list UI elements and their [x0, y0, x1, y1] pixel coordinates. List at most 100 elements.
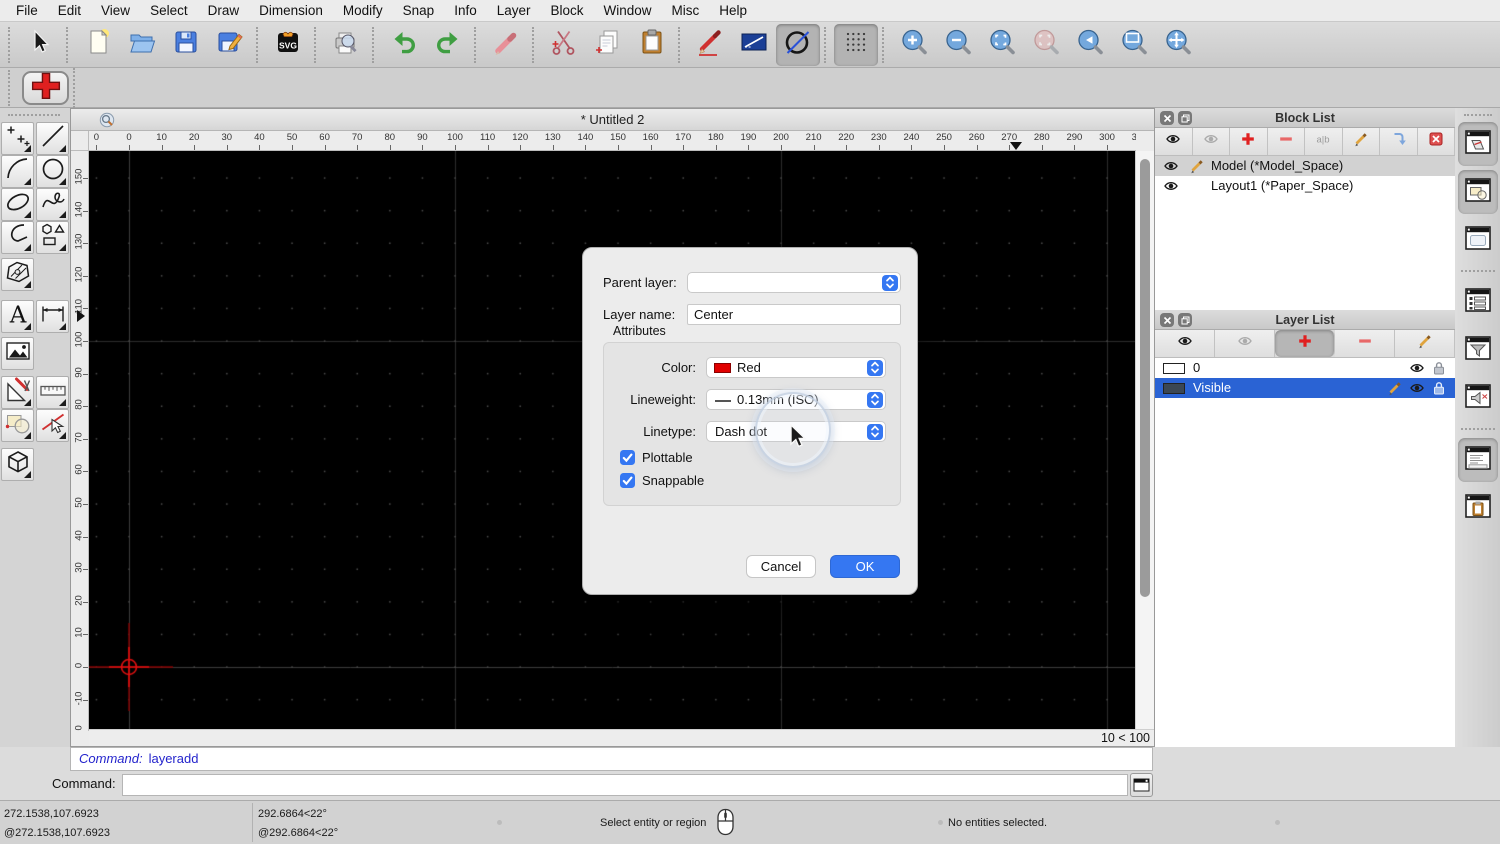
erase-button[interactable]	[484, 24, 528, 66]
text-tool-button[interactable]: A	[1, 300, 34, 333]
menu-draw[interactable]: Draw	[198, 0, 250, 22]
pencil-icon[interactable]	[1387, 380, 1403, 399]
menu-layer[interactable]: Layer	[487, 0, 541, 22]
new-file-button[interactable]	[76, 24, 120, 66]
snappable-checkbox[interactable]	[620, 473, 635, 488]
zoom-window-button[interactable]	[1112, 24, 1156, 66]
color-dropdown[interactable]: Red	[706, 357, 886, 378]
spline-tool-button[interactable]	[36, 188, 69, 221]
zoom-back-button[interactable]	[1068, 24, 1112, 66]
points-tool-button[interactable]	[1, 122, 34, 155]
command-panel-toggle-button[interactable]	[1130, 773, 1153, 797]
command-output-toggle-button[interactable]	[1458, 376, 1498, 420]
remove-all-blocks-button[interactable]	[1417, 128, 1455, 155]
image-tool-button[interactable]	[1, 337, 34, 370]
shapes-tool-button[interactable]	[36, 221, 69, 254]
zoom-in-button[interactable]	[892, 24, 936, 66]
block-row[interactable]: Model (*Model_Space)	[1155, 156, 1455, 176]
line-in-rect-button[interactable]	[732, 24, 776, 66]
remove-layer-button[interactable]	[1335, 330, 1395, 357]
dimension-tool-button[interactable]	[36, 300, 69, 333]
redo-button[interactable]	[426, 24, 470, 66]
rename-block-button[interactable]: a|b	[1305, 128, 1343, 155]
parent-layer-dropdown[interactable]	[687, 272, 901, 293]
clipboard-panel-toggle-button[interactable]	[1458, 486, 1498, 530]
paste-button[interactable]	[630, 24, 674, 66]
menu-misc[interactable]: Misc	[662, 0, 710, 22]
ok-button[interactable]: OK	[830, 555, 900, 578]
circle-line-button[interactable]	[776, 23, 820, 66]
menu-select[interactable]: Select	[140, 0, 198, 22]
zoom-out-button[interactable]	[936, 24, 980, 66]
svg-export-button[interactable]: SVG	[266, 24, 310, 66]
add-layer-button[interactable]	[1275, 330, 1335, 357]
menu-file[interactable]: File	[6, 0, 48, 22]
show-all-blocks-button[interactable]	[1155, 128, 1193, 155]
library-browser-toggle-button[interactable]	[1458, 218, 1498, 262]
lock-icon[interactable]	[1431, 380, 1447, 399]
menu-edit[interactable]: Edit	[48, 0, 91, 22]
snap-line-tool-button[interactable]	[36, 409, 69, 442]
undo-button[interactable]	[382, 24, 426, 66]
cut-button[interactable]	[542, 24, 586, 66]
linetype-dropdown[interactable]: Dash dot	[706, 421, 886, 442]
grid-dots-button[interactable]	[834, 23, 878, 66]
save-as-button[interactable]	[208, 24, 252, 66]
scrollbar-thumb[interactable]	[1140, 159, 1150, 597]
command-history[interactable]: Command: layeradd	[70, 747, 1153, 771]
vertical-scrollbar[interactable]	[1135, 151, 1154, 731]
block-list-toggle-button[interactable]	[1457, 122, 1498, 166]
eye-icon[interactable]	[1163, 158, 1179, 177]
open-file-button[interactable]	[120, 24, 164, 66]
pencil-icon[interactable]	[1189, 158, 1205, 177]
layer-row[interactable]: Visible	[1155, 378, 1455, 398]
cancel-button[interactable]: Cancel	[746, 555, 816, 578]
lock-icon[interactable]	[1431, 360, 1447, 379]
line-tool-button[interactable]	[36, 122, 69, 155]
circle-tool-button[interactable]	[36, 155, 69, 188]
lineweight-dropdown[interactable]: 0.13mm (ISO)	[706, 389, 886, 410]
save-button[interactable]	[164, 24, 208, 66]
menu-snap[interactable]: Snap	[393, 0, 445, 22]
layer-row[interactable]: 0	[1155, 358, 1455, 378]
modify-tool-button[interactable]	[1, 409, 34, 442]
command-input[interactable]	[122, 774, 1128, 796]
drawing-window-titlebar[interactable]: * Untitled 2	[71, 109, 1154, 131]
polyline-tool-button[interactable]	[1, 221, 34, 254]
layer-name-input[interactable]	[687, 304, 901, 325]
hide-all-blocks-button[interactable]	[1192, 128, 1230, 155]
eye-icon[interactable]	[1409, 380, 1425, 399]
hatch-tool-button[interactable]	[1, 258, 34, 291]
menu-modify[interactable]: Modify	[333, 0, 393, 22]
menu-block[interactable]: Block	[541, 0, 594, 22]
add-layer-plus-button[interactable]	[22, 70, 69, 105]
print-preview-button[interactable]	[324, 24, 368, 66]
eye-icon[interactable]	[1409, 360, 1425, 379]
insert-block-button[interactable]	[1380, 128, 1418, 155]
copy-button[interactable]	[586, 24, 630, 66]
menu-help[interactable]: Help	[709, 0, 757, 22]
menu-dimension[interactable]: Dimension	[249, 0, 333, 22]
command-history-toggle-button[interactable]	[1457, 438, 1498, 482]
selection-arrow-button[interactable]	[18, 24, 62, 66]
cad-tools-tool-button[interactable]	[1, 376, 34, 409]
block-row[interactable]: Layout1 (*Paper_Space)	[1155, 176, 1455, 196]
edit-layer-button[interactable]	[1395, 330, 1455, 357]
measure-tool-button[interactable]	[36, 376, 69, 409]
edit-block-button[interactable]	[1342, 128, 1380, 155]
ellipse-tool-button[interactable]	[1, 188, 34, 221]
zoom-pan-button[interactable]	[1156, 24, 1200, 66]
eye-icon[interactable]	[1163, 178, 1179, 197]
zoom-auto-button[interactable]	[980, 24, 1024, 66]
show-all-layers-button[interactable]	[1155, 330, 1215, 357]
selection-filter-toggle-button[interactable]	[1458, 328, 1498, 372]
layer-list-toggle-button[interactable]	[1457, 170, 1498, 214]
menu-window[interactable]: Window	[594, 0, 662, 22]
draw-pencil-button[interactable]	[688, 24, 732, 66]
plottable-checkbox[interactable]	[620, 450, 635, 465]
add-block-button[interactable]	[1230, 128, 1268, 155]
solid-tool-button[interactable]	[1, 448, 34, 481]
property-editor-toggle-button[interactable]	[1458, 280, 1498, 324]
zoom-previous-button[interactable]	[1024, 24, 1068, 66]
remove-block-button[interactable]	[1267, 128, 1305, 155]
